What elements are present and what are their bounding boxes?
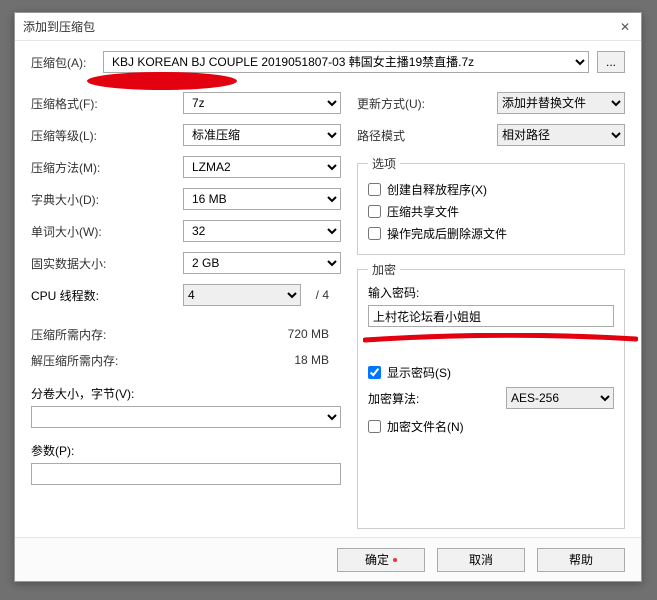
cpu-label: CPU 线程数: [31,287,183,304]
share-checkbox[interactable] [368,205,381,218]
archive-path-select[interactable]: KBJ KOREAN BJ COUPLE 2019051807-03 韩国女主播… [103,51,589,73]
params-label: 参数(P): [31,442,341,459]
delete-checkbox-row[interactable]: 操作完成后删除源文件 [368,222,614,244]
solid-label: 固实数据大小: [31,255,183,272]
dot-icon [393,558,397,562]
mem-decomp-value: 18 MB [294,353,341,367]
encryption-group: 加密 输入密码: 显示密码(S) 加密算法: AES-256 加密文件名(N) [357,261,625,529]
password-label: 输入密码: [368,284,614,301]
browse-button[interactable]: ... [597,51,625,73]
sfx-checkbox[interactable] [368,183,381,196]
format-select[interactable]: 7z [183,92,341,114]
window-title: 添加到压缩包 [23,18,617,35]
algo-select[interactable]: AES-256 [506,387,614,409]
options-legend: 选项 [368,155,400,172]
show-password-checkbox[interactable] [368,366,381,379]
dict-select[interactable]: 16 MB [183,188,341,210]
split-select[interactable] [31,406,341,428]
show-password-row[interactable]: 显示密码(S) [368,361,614,383]
path-label: 路径模式 [357,127,497,144]
cpu-total: / 4 [301,288,341,302]
mem-comp-label: 压缩所需内存: [31,326,288,343]
close-icon[interactable]: ✕ [617,20,633,34]
solid-select[interactable]: 2 GB [183,252,341,274]
footer: 确定 取消 帮助 [15,537,641,581]
content-area: 压缩包(A): KBJ KOREAN BJ COUPLE 2019051807-… [15,41,641,537]
level-select[interactable]: 标准压缩 [183,124,341,146]
split-label: 分卷大小，字节(V): [31,385,341,402]
share-checkbox-row[interactable]: 压缩共享文件 [368,200,614,222]
sfx-checkbox-row[interactable]: 创建自释放程序(X) [368,178,614,200]
archive-row: 压缩包(A): KBJ KOREAN BJ COUPLE 2019051807-… [31,51,625,73]
cpu-select[interactable]: 4 [183,284,301,306]
format-label: 压缩格式(F): [31,95,183,112]
options-group: 选项 创建自释放程序(X) 压缩共享文件 操作完成后删除源文件 [357,155,625,255]
level-label: 压缩等级(L): [31,127,183,144]
update-select[interactable]: 添加并替换文件 [497,92,625,114]
update-label: 更新方式(U): [357,95,497,112]
word-label: 单词大小(W): [31,223,183,240]
dict-label: 字典大小(D): [31,191,183,208]
dialog-window: 添加到压缩包 ✕ 压缩包(A): KBJ KOREAN BJ COUPLE 20… [14,12,642,582]
right-column: 更新方式(U):添加并替换文件 路径模式相对路径 选项 创建自释放程序(X) 压… [357,89,625,529]
cancel-button[interactable]: 取消 [437,548,525,572]
encrypt-names-checkbox[interactable] [368,420,381,433]
mem-decomp-label: 解压缩所需内存: [31,352,294,369]
method-label: 压缩方法(M): [31,159,183,176]
columns: 压缩格式(F):7z 压缩等级(L):标准压缩 压缩方法(M):LZMA2 字典… [31,89,625,529]
titlebar: 添加到压缩包 ✕ [15,13,641,41]
encryption-legend: 加密 [368,261,400,278]
ok-button[interactable]: 确定 [337,548,425,572]
password-input[interactable] [368,305,614,327]
path-select[interactable]: 相对路径 [497,124,625,146]
word-select[interactable]: 32 [183,220,341,242]
left-column: 压缩格式(F):7z 压缩等级(L):标准压缩 压缩方法(M):LZMA2 字典… [31,89,341,529]
mem-comp-value: 720 MB [288,327,341,341]
help-button[interactable]: 帮助 [537,548,625,572]
archive-label: 压缩包(A): [31,54,95,71]
algo-label: 加密算法: [368,390,496,407]
params-input[interactable] [31,463,341,485]
encrypt-names-row[interactable]: 加密文件名(N) [368,415,614,437]
delete-checkbox[interactable] [368,227,381,240]
method-select[interactable]: LZMA2 [183,156,341,178]
